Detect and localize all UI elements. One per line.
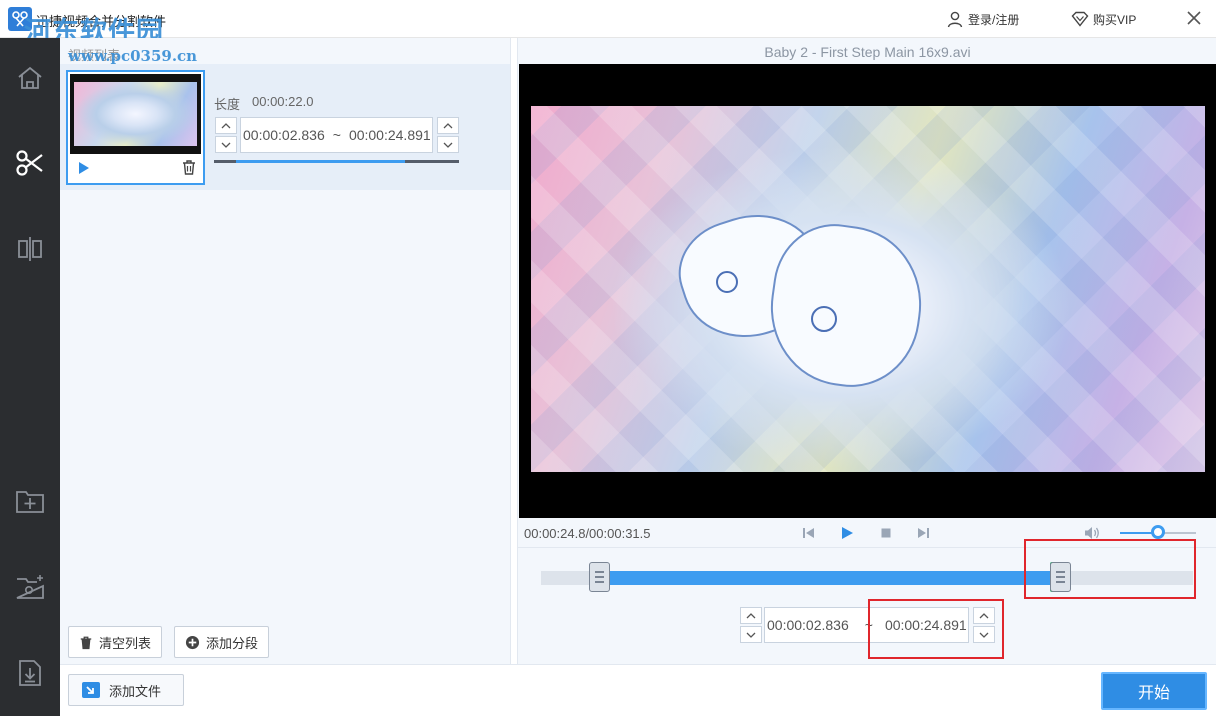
- item-start-time: 00:00:02.836: [243, 127, 325, 143]
- close-button[interactable]: [1184, 8, 1204, 28]
- close-icon: [1187, 11, 1201, 25]
- step-forward-icon: [918, 528, 929, 538]
- item-time-range-field[interactable]: 00:00:02.836 ~ 00:00:24.891: [240, 117, 433, 153]
- add-folder-icon: [16, 491, 44, 513]
- split-icon: [18, 237, 42, 261]
- step-back-icon: [803, 528, 814, 538]
- buy-vip-button[interactable]: 购买VIP: [1071, 9, 1136, 29]
- folder-settings-icon: [16, 575, 44, 599]
- volume-button[interactable]: [1083, 525, 1101, 541]
- play-icon: [79, 162, 89, 174]
- chevron-down-icon: [221, 142, 231, 148]
- add-segment-label: 添加分段: [206, 635, 259, 651]
- item-start-decrement[interactable]: [215, 136, 237, 153]
- stop-button[interactable]: [878, 525, 894, 541]
- trim-start-time: 00:00:02.836: [767, 617, 849, 633]
- video-thumbnail-card[interactable]: [66, 70, 205, 185]
- volume-icon: [1085, 527, 1099, 539]
- video-frame: [531, 106, 1205, 472]
- import-icon: [82, 682, 100, 698]
- title-bar: 迅捷视频合并分割软件 河东软件园 登录/注册 购买VIP: [0, 0, 1216, 48]
- video-list-panel: 视频列表 长度 00:00:22.0 00:00:02.836 ~ 00:00:…: [60, 38, 511, 664]
- trim-start-increment[interactable]: [740, 607, 762, 624]
- chevron-up-icon: [979, 612, 989, 618]
- thumbnail-play-button[interactable]: [76, 160, 92, 176]
- length-label: 长度: [214, 97, 241, 112]
- trim-time-range-field[interactable]: 00:00:02.836 ~ 00:00:24.891: [764, 607, 969, 643]
- add-file-button[interactable]: 添加文件: [68, 674, 184, 706]
- trim-end-decrement[interactable]: [973, 626, 995, 643]
- length-value: 00:00:22.0: [252, 94, 314, 109]
- sidebar: [0, 38, 60, 716]
- clear-list-label: 清空列表: [99, 635, 152, 651]
- file-name: Baby 2 - First Step Main 16x9.avi: [764, 44, 971, 60]
- sidebar-item-home[interactable]: [0, 53, 60, 103]
- trim-start-decrement[interactable]: [740, 626, 762, 643]
- login-register-label: 登录/注册: [968, 12, 1020, 27]
- sidebar-item-add-folder[interactable]: [0, 476, 60, 526]
- sidebar-item-split[interactable]: [0, 224, 60, 274]
- video-preview[interactable]: [519, 64, 1216, 518]
- trim-selection: [599, 571, 1057, 585]
- chevron-up-icon: [443, 122, 453, 128]
- item-range-bar: [214, 160, 459, 163]
- thumbnail-delete-button[interactable]: [181, 159, 197, 175]
- download-file-icon: [19, 660, 41, 686]
- trim-end-increment[interactable]: [973, 607, 995, 624]
- trim-timeline[interactable]: [541, 571, 1193, 585]
- item-end-increment[interactable]: [437, 117, 459, 134]
- play-button[interactable]: [839, 525, 855, 541]
- item-range-fill: [236, 160, 406, 163]
- trash-icon: [80, 636, 92, 649]
- time-readout: 00:00:24.8/00:00:31.5: [524, 526, 651, 541]
- chevron-up-icon: [221, 122, 231, 128]
- watermark-url: www.pc0359.cn: [68, 47, 198, 65]
- trim-end-time: 00:00:24.891: [884, 617, 967, 633]
- user-icon: [947, 11, 963, 28]
- volume-slider-knob[interactable]: [1151, 525, 1165, 539]
- trim-start-handle[interactable]: [589, 562, 611, 592]
- add-file-label: 添加文件: [109, 683, 162, 699]
- sidebar-item-cut[interactable]: [0, 138, 60, 188]
- item-end-time: 00:00:24.891: [348, 127, 431, 143]
- next-frame-button[interactable]: [915, 525, 931, 541]
- bottom-bar: 添加文件 开始: [60, 664, 1216, 716]
- plus-circle-icon: [185, 635, 200, 649]
- trash-icon: [183, 160, 195, 175]
- play-icon: [842, 527, 853, 539]
- item-start-increment[interactable]: [215, 117, 237, 134]
- video-list-item[interactable]: 长度 00:00:22.0 00:00:02.836 ~ 00:00:24.89…: [60, 64, 510, 190]
- trim-end-handle[interactable]: [1049, 562, 1071, 592]
- video-thumbnail: [70, 74, 201, 154]
- player-controls: 00:00:24.8/00:00:31.5: [518, 518, 1216, 548]
- scissors-icon: [16, 150, 43, 176]
- add-segment-button[interactable]: 添加分段: [174, 626, 270, 658]
- home-icon: [18, 66, 42, 89]
- prev-frame-button[interactable]: [801, 525, 817, 541]
- buy-vip-label: 购买VIP: [1093, 12, 1137, 27]
- item-range-separator: ~: [332, 127, 341, 143]
- login-register-button[interactable]: 登录/注册: [946, 9, 1019, 29]
- chevron-down-icon: [443, 142, 453, 148]
- chevron-down-icon: [746, 632, 756, 638]
- sidebar-item-folder-settings[interactable]: [0, 562, 60, 612]
- trim-range-separator: ~: [864, 617, 873, 633]
- start-button[interactable]: 开始: [1101, 672, 1207, 710]
- item-end-decrement[interactable]: [437, 136, 459, 153]
- chevron-down-icon: [979, 632, 989, 638]
- stop-icon: [881, 528, 891, 538]
- sidebar-item-export[interactable]: [0, 648, 60, 698]
- diamond-icon: [1071, 11, 1089, 27]
- chevron-up-icon: [746, 612, 756, 618]
- clear-list-button[interactable]: 清空列表: [68, 626, 163, 658]
- player-panel: Baby 2 - First Step Main 16x9.avi 00:00:…: [517, 38, 1216, 664]
